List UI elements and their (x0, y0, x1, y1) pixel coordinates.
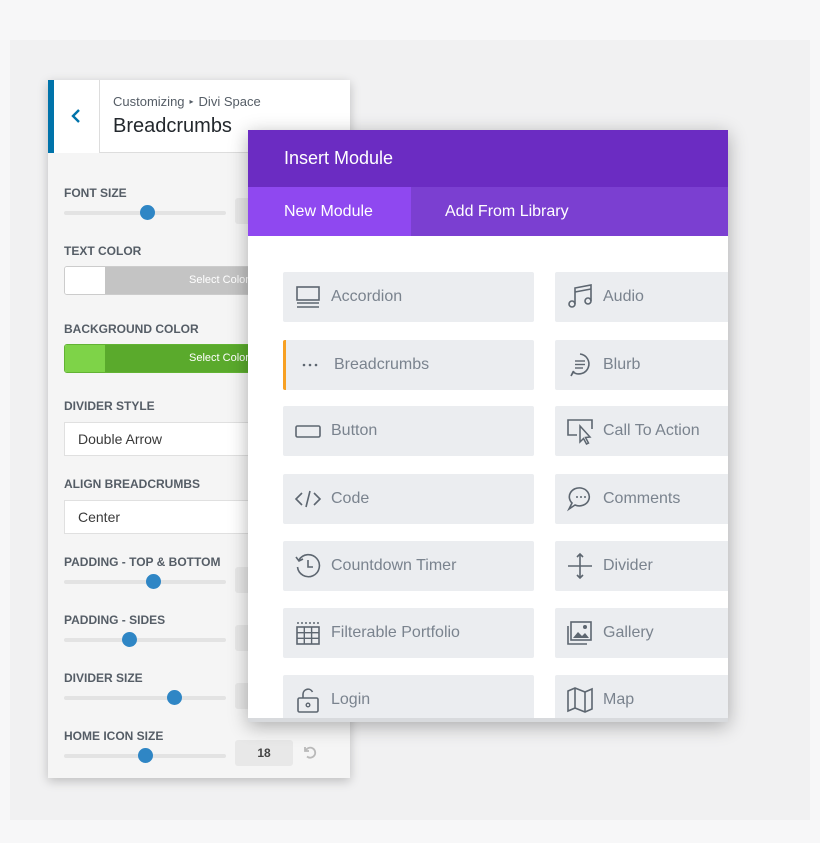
module-label: Button (331, 422, 378, 439)
module-label: Blurb (603, 356, 641, 373)
module-label: Divider (603, 557, 653, 574)
chevron-left-icon (71, 109, 80, 123)
module-map[interactable]: Map (555, 675, 728, 722)
filterable-portfolio-icon (296, 622, 320, 645)
insert-module-modal: Insert Module New Module Add From Librar… (248, 130, 728, 722)
module-label: Filterable Portfolio (331, 624, 460, 641)
module-accordion[interactable]: Accordion (283, 272, 534, 322)
module-label: Gallery (603, 624, 654, 641)
module-audio[interactable]: Audio (555, 272, 728, 322)
gallery-icon (567, 621, 592, 645)
code-icon (294, 490, 322, 508)
module-label: Breadcrumbs (334, 356, 430, 373)
customizer-breadcrumb: Customizing ▸ Divi Space (113, 94, 261, 109)
home-icon-size-slider[interactable] (64, 748, 226, 763)
modal-header: Insert Module (248, 130, 728, 187)
reset-icon[interactable] (302, 744, 318, 760)
home-icon-size-slider-handle[interactable] (138, 748, 153, 763)
padding-top-bottom-slider[interactable] (64, 574, 226, 589)
tab-add-from-library[interactable]: Add From Library (411, 187, 605, 236)
module-label: Code (331, 490, 370, 507)
module-login[interactable]: Login (283, 675, 534, 722)
padding-top-bottom-slider-handle[interactable] (146, 574, 162, 589)
font-size-slider[interactable] (64, 205, 226, 220)
align-breadcrumbs-label: ALIGN BREADCRUMBS (64, 477, 200, 491)
padding-sides-slider-handle[interactable] (121, 632, 137, 647)
countdown-timer-icon (295, 553, 321, 578)
map-icon (567, 687, 593, 713)
divider-size-slider[interactable] (64, 690, 226, 705)
tab-new-module[interactable]: New Module (248, 187, 411, 236)
panel-title: Breadcrumbs (113, 115, 232, 137)
module-breadcrumbs[interactable]: Breadcrumbs (283, 340, 534, 390)
background-color-label: BACKGROUND COLOR (64, 322, 199, 336)
module-comments[interactable]: Comments (555, 474, 728, 524)
module-filterable-portfolio[interactable]: Filterable Portfolio (283, 608, 534, 658)
font-size-slider-handle[interactable] (139, 205, 155, 220)
padding-top-bottom-label: PADDING - TOP & BOTTOM (64, 555, 221, 569)
breadcrumb-section: Divi Space (198, 94, 261, 109)
blurb-icon (570, 353, 590, 377)
background-color-swatch (65, 345, 105, 372)
padding-sides-slider[interactable] (64, 632, 226, 647)
module-countdown-timer[interactable]: Countdown Timer (283, 541, 534, 591)
module-blurb[interactable]: Blurb (555, 340, 728, 390)
login-icon (297, 688, 319, 713)
font-size-label: FONT SIZE (64, 186, 127, 200)
divider-style-label: DIVIDER STYLE (64, 399, 155, 413)
button-icon (295, 425, 321, 438)
module-code[interactable]: Code (283, 474, 534, 524)
module-label: Countdown Timer (331, 557, 457, 574)
module-divider[interactable]: Divider (555, 541, 728, 591)
modal-title: Insert Module (284, 148, 394, 168)
breadcrumb-separator: ▸ (189, 97, 194, 106)
divider-size-label: DIVIDER SIZE (64, 671, 143, 685)
module-grid: Accordion Breadcrumbs Button Code Countd… (248, 236, 728, 722)
breadcrumb-root: Customizing (113, 94, 185, 109)
modal-tabs: New Module Add From Library (248, 187, 728, 236)
module-label: Map (603, 691, 635, 708)
module-label: Accordion (331, 288, 403, 305)
divider-icon (568, 552, 592, 580)
module-label: Audio (603, 288, 644, 305)
module-gallery[interactable]: Gallery (555, 608, 728, 658)
home-icon-size-input[interactable]: 18 (235, 740, 293, 766)
modal-bottom-border (248, 718, 728, 722)
module-label: Comments (603, 490, 681, 507)
module-button[interactable]: Button (283, 406, 534, 456)
comments-icon (566, 487, 591, 512)
module-label: Call To Action (603, 422, 700, 439)
breadcrumbs-icon (302, 363, 318, 367)
call-to-action-icon (567, 419, 593, 445)
divider-size-slider-handle[interactable] (167, 690, 183, 705)
text-color-swatch (65, 267, 105, 294)
module-label: Login (331, 691, 371, 708)
module-call-to-action[interactable]: Call To Action (555, 406, 728, 456)
padding-sides-label: PADDING - SIDES (64, 613, 166, 627)
home-icon-size-label: HOME ICON SIZE (64, 729, 164, 743)
text-color-label: TEXT COLOR (64, 244, 142, 258)
accordion-icon (296, 286, 320, 308)
audio-icon (568, 284, 592, 308)
back-button[interactable] (48, 80, 100, 153)
